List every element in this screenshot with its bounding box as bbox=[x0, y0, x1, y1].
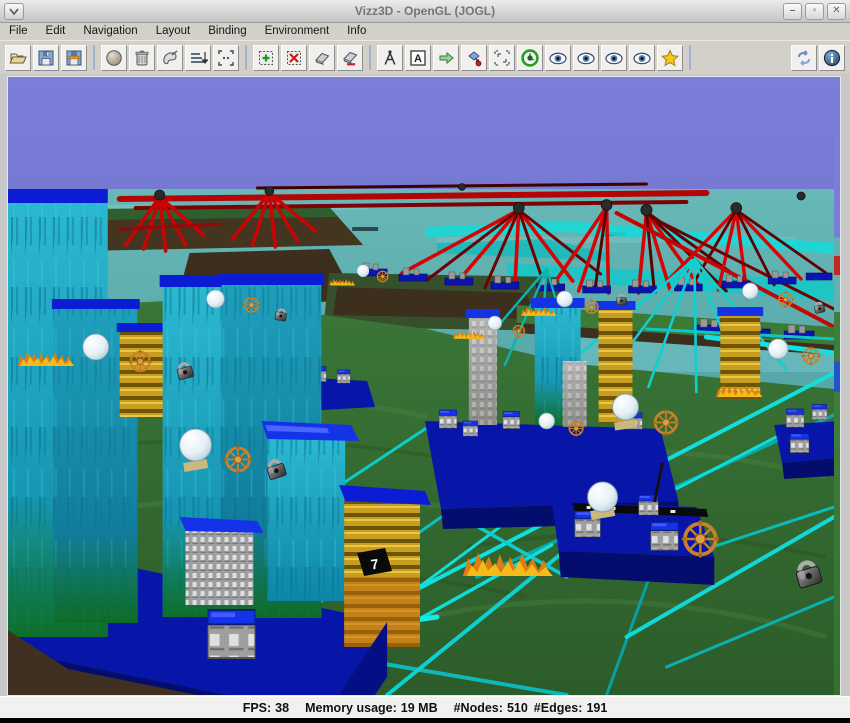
status-edges: #Edges:191 bbox=[534, 701, 608, 715]
save-as-icon bbox=[64, 48, 84, 68]
toolbar: A bbox=[0, 40, 850, 74]
refresh-button[interactable] bbox=[791, 45, 817, 71]
menu-environment[interactable]: Environment bbox=[256, 23, 339, 40]
sphere-icon[interactable] bbox=[488, 316, 502, 330]
window-menu-button[interactable] bbox=[4, 3, 24, 20]
viewport-3d[interactable]: 7 bbox=[7, 76, 841, 696]
menu-binding[interactable]: Binding bbox=[199, 23, 255, 40]
menu-edit[interactable]: Edit bbox=[37, 23, 75, 40]
eye-button-2[interactable] bbox=[573, 45, 599, 71]
maximize-icon: ▫ bbox=[813, 5, 817, 16]
sphere-icon[interactable] bbox=[742, 283, 758, 299]
eye-icon bbox=[632, 48, 652, 68]
toolbar-separator bbox=[689, 45, 691, 70]
paint-button[interactable] bbox=[157, 45, 183, 71]
sphere-icon[interactable] bbox=[588, 482, 618, 512]
chevron-down-icon bbox=[9, 8, 19, 15]
tower-gold[interactable] bbox=[720, 313, 760, 399]
menu-file[interactable]: File bbox=[0, 23, 37, 40]
eraser-red-button[interactable] bbox=[337, 45, 363, 71]
info-button[interactable] bbox=[819, 45, 845, 71]
paint-icon bbox=[160, 48, 180, 68]
status-memory: Memory usage:19 MB bbox=[305, 701, 438, 715]
eye-button-3[interactable] bbox=[601, 45, 627, 71]
minimize-icon: – bbox=[790, 5, 796, 16]
ring-icon bbox=[520, 48, 540, 68]
eye-button-1[interactable] bbox=[545, 45, 571, 71]
eye-icon bbox=[548, 48, 568, 68]
toolbar-separator bbox=[369, 45, 371, 70]
viewport-3d-canvas[interactable]: 7 bbox=[8, 77, 834, 695]
eraser-button[interactable] bbox=[309, 45, 335, 71]
info-icon bbox=[822, 48, 842, 68]
sky bbox=[8, 77, 834, 195]
delete-button[interactable] bbox=[129, 45, 155, 71]
close-button[interactable]: ✕ bbox=[827, 3, 846, 20]
close-icon: ✕ bbox=[832, 5, 840, 16]
render-artifact-strip bbox=[834, 77, 840, 695]
trash-icon bbox=[132, 48, 152, 68]
save-icon bbox=[36, 48, 56, 68]
toolbar-separator bbox=[245, 45, 247, 70]
node-link-icon bbox=[464, 48, 484, 68]
status-bar: FPS:38 Memory usage:19 MB #Nodes:510 #Ed… bbox=[0, 696, 850, 718]
layers-icon bbox=[188, 48, 208, 68]
forward-arrow-button[interactable] bbox=[433, 45, 459, 71]
sphere-button[interactable] bbox=[101, 45, 127, 71]
status-nodes: #Nodes:510 bbox=[454, 701, 528, 715]
sphere-icon[interactable] bbox=[613, 394, 639, 420]
menu-layout[interactable]: Layout bbox=[147, 23, 200, 40]
node-link-button[interactable] bbox=[461, 45, 487, 71]
refresh-icon bbox=[794, 48, 814, 68]
select-move-icon bbox=[492, 48, 512, 68]
maximize-button[interactable]: ▫ bbox=[805, 3, 824, 20]
building-gray[interactable] bbox=[186, 529, 254, 605]
eye-button-4[interactable] bbox=[629, 45, 655, 71]
eraser-red-icon bbox=[340, 48, 360, 68]
sphere-icon[interactable] bbox=[83, 334, 109, 360]
text-label-button[interactable]: A bbox=[405, 45, 431, 71]
select-add-button[interactable] bbox=[253, 45, 279, 71]
eraser-icon bbox=[312, 48, 332, 68]
toolbar-separator bbox=[93, 45, 95, 70]
forward-arrow-icon bbox=[436, 48, 456, 68]
star-button[interactable] bbox=[657, 45, 683, 71]
sphere-icon[interactable] bbox=[539, 413, 555, 429]
save-button[interactable] bbox=[33, 45, 59, 71]
sphere-icon[interactable] bbox=[357, 265, 369, 277]
layers-button[interactable] bbox=[185, 45, 211, 71]
measure-icon bbox=[380, 48, 400, 68]
save-as-button[interactable] bbox=[61, 45, 87, 71]
svg-text:A: A bbox=[414, 53, 422, 65]
open-icon bbox=[8, 48, 28, 68]
measure-button[interactable] bbox=[377, 45, 403, 71]
sphere-icon[interactable] bbox=[180, 429, 212, 461]
select-add-icon bbox=[256, 48, 276, 68]
sphere-icon[interactable] bbox=[557, 291, 573, 307]
fit-view-button[interactable] bbox=[213, 45, 239, 71]
select-remove-button[interactable] bbox=[281, 45, 307, 71]
ring-button[interactable] bbox=[517, 45, 543, 71]
eye-icon bbox=[604, 48, 624, 68]
text-label-icon: A bbox=[408, 48, 428, 68]
minimize-button[interactable]: – bbox=[783, 3, 802, 20]
select-remove-icon bbox=[284, 48, 304, 68]
sphere-icon bbox=[104, 48, 124, 68]
fit-view-icon bbox=[216, 48, 236, 68]
menu-navigation[interactable]: Navigation bbox=[74, 23, 146, 40]
title-bar[interactable]: Vizz3D - OpenGL (JOGL) – ▫ ✕ bbox=[0, 0, 850, 23]
sphere-icon[interactable] bbox=[207, 290, 225, 308]
status-fps: FPS:38 bbox=[243, 701, 289, 715]
sphere-icon[interactable] bbox=[768, 339, 788, 359]
star-icon bbox=[660, 48, 680, 68]
menu-info[interactable]: Info bbox=[338, 23, 375, 40]
open-button[interactable] bbox=[5, 45, 31, 71]
select-move-button[interactable] bbox=[489, 45, 515, 71]
menu-bar: File Edit Navigation Layout Binding Envi… bbox=[0, 23, 850, 40]
eye-icon bbox=[576, 48, 596, 68]
app-window: Vizz3D - OpenGL (JOGL) – ▫ ✕ File Edit N… bbox=[0, 0, 850, 715]
window-title: Vizz3D - OpenGL (JOGL) bbox=[0, 4, 850, 18]
